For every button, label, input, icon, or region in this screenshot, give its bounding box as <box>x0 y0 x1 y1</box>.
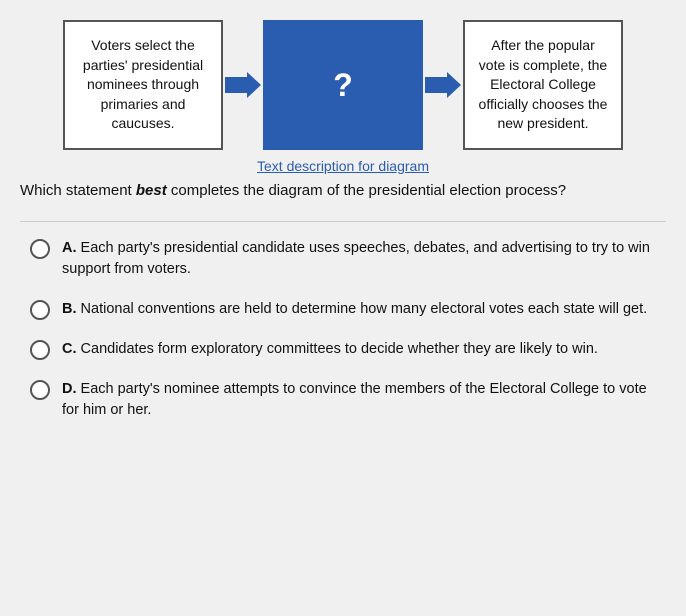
option-b-content: B. National conventions are held to dete… <box>62 299 647 321</box>
radio-b[interactable] <box>30 300 50 320</box>
option-d-label: D. <box>62 381 81 397</box>
diagram-box-center: ? <box>263 20 423 150</box>
option-c-content: C. Candidates form exploratory committee… <box>62 339 598 361</box>
option-d[interactable]: D. Each party's nominee attempts to conv… <box>30 379 656 423</box>
diagram-box-right: After the popular vote is complete, the … <box>463 20 623 150</box>
option-b-text: National conventions are held to determi… <box>81 301 648 317</box>
option-b[interactable]: B. National conventions are held to dete… <box>30 299 656 321</box>
radio-a[interactable] <box>30 239 50 259</box>
question-italic: best <box>136 182 167 199</box>
option-d-text: Each party's nominee attempts to convinc… <box>62 381 647 419</box>
arrow-right <box>423 65 463 105</box>
question-before: Which statement <box>20 182 136 199</box>
option-b-label: B. <box>62 301 81 317</box>
question-after: completes the diagram of the presidentia… <box>167 182 566 199</box>
diagram: Voters select the parties' presidential … <box>20 20 666 150</box>
option-c-label: C. <box>62 341 81 357</box>
radio-c[interactable] <box>30 340 50 360</box>
option-c-text: Candidates form exploratory committees t… <box>81 341 598 357</box>
option-a-label: A. <box>62 240 81 256</box>
diagram-box-right-text: After the popular vote is complete, the … <box>477 36 609 134</box>
diagram-box-left: Voters select the parties' presidential … <box>63 20 223 150</box>
diagram-box-left-text: Voters select the parties' presidential … <box>77 36 209 134</box>
diagram-box-center-text: ? <box>333 63 353 108</box>
radio-d[interactable] <box>30 380 50 400</box>
diagram-caption: Text description for diagram <box>20 158 666 174</box>
option-a[interactable]: A. Each party's presidential candidate u… <box>30 238 656 282</box>
option-a-content: A. Each party's presidential candidate u… <box>62 238 656 282</box>
option-c[interactable]: C. Candidates form exploratory committee… <box>30 339 656 361</box>
arrow-left <box>223 65 263 105</box>
divider <box>20 221 666 222</box>
question-text: Which statement best completes the diagr… <box>20 180 666 203</box>
options-area: A. Each party's presidential candidate u… <box>20 238 666 423</box>
option-d-content: D. Each party's nominee attempts to conv… <box>62 379 656 423</box>
option-a-text: Each party's presidential candidate uses… <box>62 240 650 278</box>
